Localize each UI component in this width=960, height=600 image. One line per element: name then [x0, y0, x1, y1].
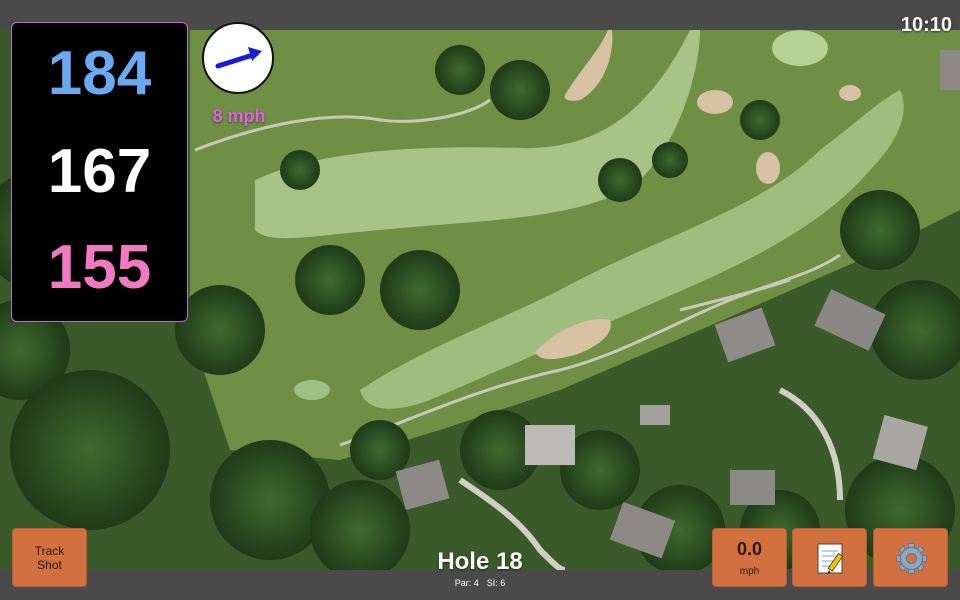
distance-back: 184 — [47, 39, 152, 108]
gear-icon — [896, 543, 927, 574]
hole-info: Par: 4 SI: 6 — [380, 578, 580, 588]
wind-speed-label: 8 mph — [212, 106, 266, 126]
distance-panel: 184 167 155 — [11, 22, 188, 322]
distance-front: 155 — [47, 233, 152, 302]
wind-speed-unit: mph — [739, 566, 760, 577]
track-shot-button[interactable]: Track Shot — [12, 528, 87, 587]
notepad-icon — [817, 543, 844, 574]
hole-par: Par: 4 — [454, 578, 479, 588]
wind-direction-indicator — [202, 22, 274, 94]
wind-speed-button[interactable]: 0.0 mph — [712, 528, 787, 587]
hole-title: Hole 18 — [437, 548, 523, 575]
hole-si: SI: 6 — [486, 578, 506, 588]
settings-button[interactable] — [873, 528, 948, 587]
wind-speed-value: 0.0 — [736, 539, 763, 559]
notes-button[interactable] — [792, 528, 867, 587]
distance-middle: 167 — [47, 137, 152, 206]
clock-time: 10:10 — [900, 14, 952, 36]
track-shot-label: Track Shot — [34, 543, 65, 572]
wind-direction-arrow-icon — [215, 47, 262, 69]
